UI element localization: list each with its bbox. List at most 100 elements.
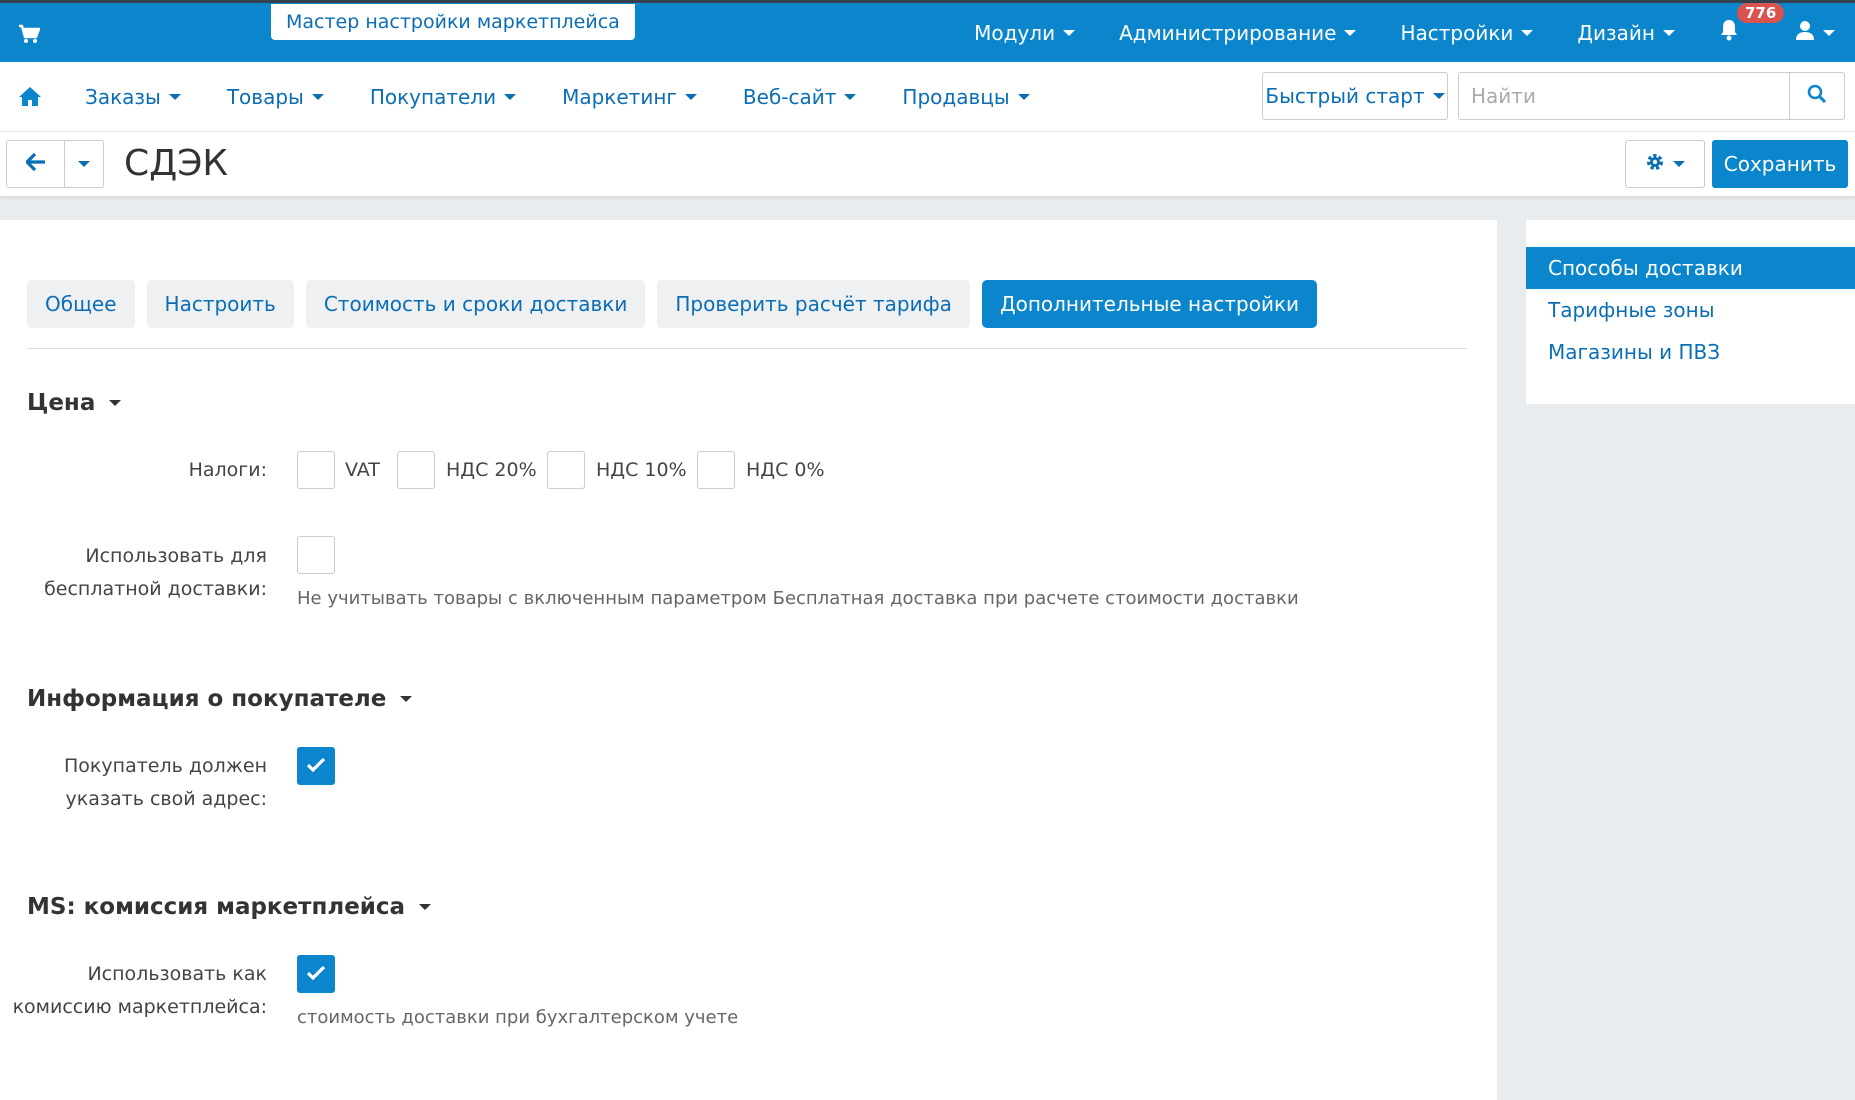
- chevron-down-icon: [504, 94, 517, 100]
- marketplace-wizard-link[interactable]: Мастер настройки маркетплейса: [271, 4, 635, 40]
- tab-bar: Общее Настроить Стоимость и сроки достав…: [27, 280, 1318, 328]
- chevron-down-icon: [1432, 93, 1445, 99]
- nav-item-label: Продавцы: [902, 85, 1010, 109]
- section-title: MS: комиссия маркетплейса: [27, 894, 406, 920]
- sidebar-item-delivery-methods[interactable]: Способы доставки: [1526, 247, 1855, 289]
- free-delivery-label-line1: Использовать для: [85, 545, 267, 567]
- sidebar-item-stores-pickup[interactable]: Магазины и ПВЗ: [1526, 331, 1855, 373]
- free-delivery-checkbox[interactable]: [297, 536, 335, 574]
- taxes-label: Налоги:: [188, 459, 267, 481]
- back-dropdown-button[interactable]: [65, 141, 103, 187]
- sidebar-item-tariff-zones[interactable]: Тарифные зоны: [1526, 289, 1855, 331]
- nav-item-sellers[interactable]: Продавцы: [879, 85, 1052, 109]
- chevron-down-icon: [1344, 29, 1357, 36]
- search-input[interactable]: [1458, 72, 1790, 120]
- tab-general[interactable]: Общее: [27, 280, 135, 328]
- notification-count-badge: 776: [1737, 3, 1785, 23]
- save-button[interactable]: Сохранить: [1712, 140, 1848, 188]
- top-bar: Мастер настройки маркетплейса Модули Адм…: [0, 0, 1855, 62]
- top-menu-settings[interactable]: Настройки: [1378, 21, 1555, 45]
- free-delivery-hint: Не учитывать товары с включенным парамет…: [297, 588, 1299, 609]
- top-menu-design[interactable]: Дизайн: [1555, 21, 1697, 45]
- section-title: Информация о покупателе: [27, 686, 387, 712]
- tab-check-tariff[interactable]: Проверить расчёт тарифа: [657, 280, 970, 328]
- nav-item-label: Веб-сайт: [742, 85, 837, 109]
- address-label-line2: указать свой адрес:: [65, 788, 267, 810]
- page-header: СДЭК Сохранить: [0, 132, 1855, 196]
- nav-item-products[interactable]: Товары: [204, 85, 347, 109]
- section-commission-toggle[interactable]: MS: комиссия маркетплейса: [27, 894, 432, 920]
- tax-vat20-label: НДС 20%: [446, 459, 537, 481]
- tax-vat10-checkbox[interactable]: [547, 451, 585, 489]
- gear-icon: [1645, 152, 1665, 177]
- top-menu-label: Настройки: [1400, 20, 1514, 45]
- user-icon: [1795, 20, 1815, 45]
- top-menu-administration[interactable]: Администрирование: [1097, 21, 1378, 45]
- tax-vat0-label: НДС 0%: [746, 459, 825, 481]
- chevron-down-icon: [1017, 94, 1030, 100]
- nav-item-orders[interactable]: Заказы: [62, 85, 204, 109]
- chevron-down-icon: [844, 94, 857, 100]
- chevron-down-icon: [400, 696, 413, 702]
- top-menu-modules[interactable]: Модули: [952, 21, 1097, 45]
- check-icon: [306, 962, 326, 986]
- main-nav: Заказы Товары Покупатели Маркетинг Веб-с…: [0, 62, 1855, 132]
- section-title: Цена: [27, 390, 96, 416]
- tab-cost-and-terms[interactable]: Стоимость и сроки доставки: [305, 280, 646, 328]
- nav-item-label: Заказы: [85, 85, 161, 109]
- home-icon[interactable]: [18, 85, 42, 107]
- chevron-down-icon: [1063, 29, 1076, 36]
- tax-vat20-checkbox[interactable]: [397, 451, 435, 489]
- cart-icon[interactable]: [18, 23, 41, 45]
- tax-vat-label: VAT: [345, 459, 380, 481]
- tax-vat-checkbox[interactable]: [297, 451, 335, 489]
- check-icon: [306, 754, 326, 778]
- page-title: СДЭК: [124, 143, 228, 184]
- top-nav: Модули Администрирование Настройки Дизай…: [952, 3, 1855, 62]
- nav-item-website[interactable]: Веб-сайт: [720, 85, 879, 109]
- section-price-toggle[interactable]: Цена: [27, 390, 122, 416]
- address-label-line1: Покупатель должен: [64, 755, 267, 777]
- arrow-left-icon: [24, 152, 46, 176]
- nav-item-customers[interactable]: Покупатели: [347, 85, 539, 109]
- address-required-checkbox[interactable]: [297, 747, 335, 785]
- tab-additional-settings[interactable]: Дополнительные настройки: [981, 280, 1318, 328]
- chevron-down-icon: [419, 904, 432, 910]
- nav-item-marketing[interactable]: Маркетинг: [539, 85, 720, 109]
- free-delivery-label-line2: бесплатной доставки:: [44, 578, 267, 600]
- search-button[interactable]: [1789, 72, 1845, 120]
- top-menu-label: Администрирование: [1119, 20, 1337, 45]
- top-menu-label: Дизайн: [1577, 20, 1655, 45]
- nav-item-label: Товары: [226, 85, 304, 109]
- side-panel: Способы доставки Тарифные зоны Магазины …: [1526, 220, 1855, 404]
- divider: [27, 348, 1467, 349]
- top-menu-label: Модули: [974, 20, 1056, 45]
- nav-item-label: Покупатели: [369, 85, 497, 109]
- settings-dropdown-button[interactable]: [1625, 140, 1705, 188]
- back-button-group: [6, 140, 104, 188]
- chevron-down-icon: [168, 94, 181, 100]
- quick-start-button[interactable]: Быстрый старт: [1262, 72, 1448, 120]
- chevron-down-icon: [311, 94, 324, 100]
- back-button[interactable]: [7, 141, 65, 187]
- nav-item-label: Маркетинг: [562, 85, 677, 109]
- section-customer-toggle[interactable]: Информация о покупателе: [27, 686, 413, 712]
- chevron-down-icon: [109, 400, 122, 406]
- chevron-down-icon: [1823, 29, 1835, 36]
- commission-checkbox[interactable]: [297, 955, 335, 993]
- tax-vat10-label: НДС 10%: [596, 459, 687, 481]
- tax-vat0-checkbox[interactable]: [697, 451, 735, 489]
- commission-label-line2: комиссию маркетплейса:: [12, 996, 267, 1018]
- notifications-button[interactable]: 776: [1697, 3, 1785, 46]
- commission-label-line1: Использовать как: [87, 963, 267, 985]
- commission-hint: стоимость доставки при бухгалтерском уче…: [297, 1007, 739, 1028]
- chevron-down-icon: [1673, 161, 1685, 167]
- chevron-down-icon: [684, 94, 697, 100]
- main-menu: Заказы Товары Покупатели Маркетинг Веб-с…: [62, 62, 1053, 132]
- chevron-down-icon: [78, 161, 90, 167]
- user-menu[interactable]: [1773, 20, 1855, 45]
- main-panel: Общее Настроить Стоимость и сроки достав…: [0, 220, 1497, 1100]
- tab-configure[interactable]: Настроить: [146, 280, 294, 328]
- quick-start-label: Быстрый старт: [1265, 84, 1425, 108]
- bell-icon: [1719, 19, 1739, 46]
